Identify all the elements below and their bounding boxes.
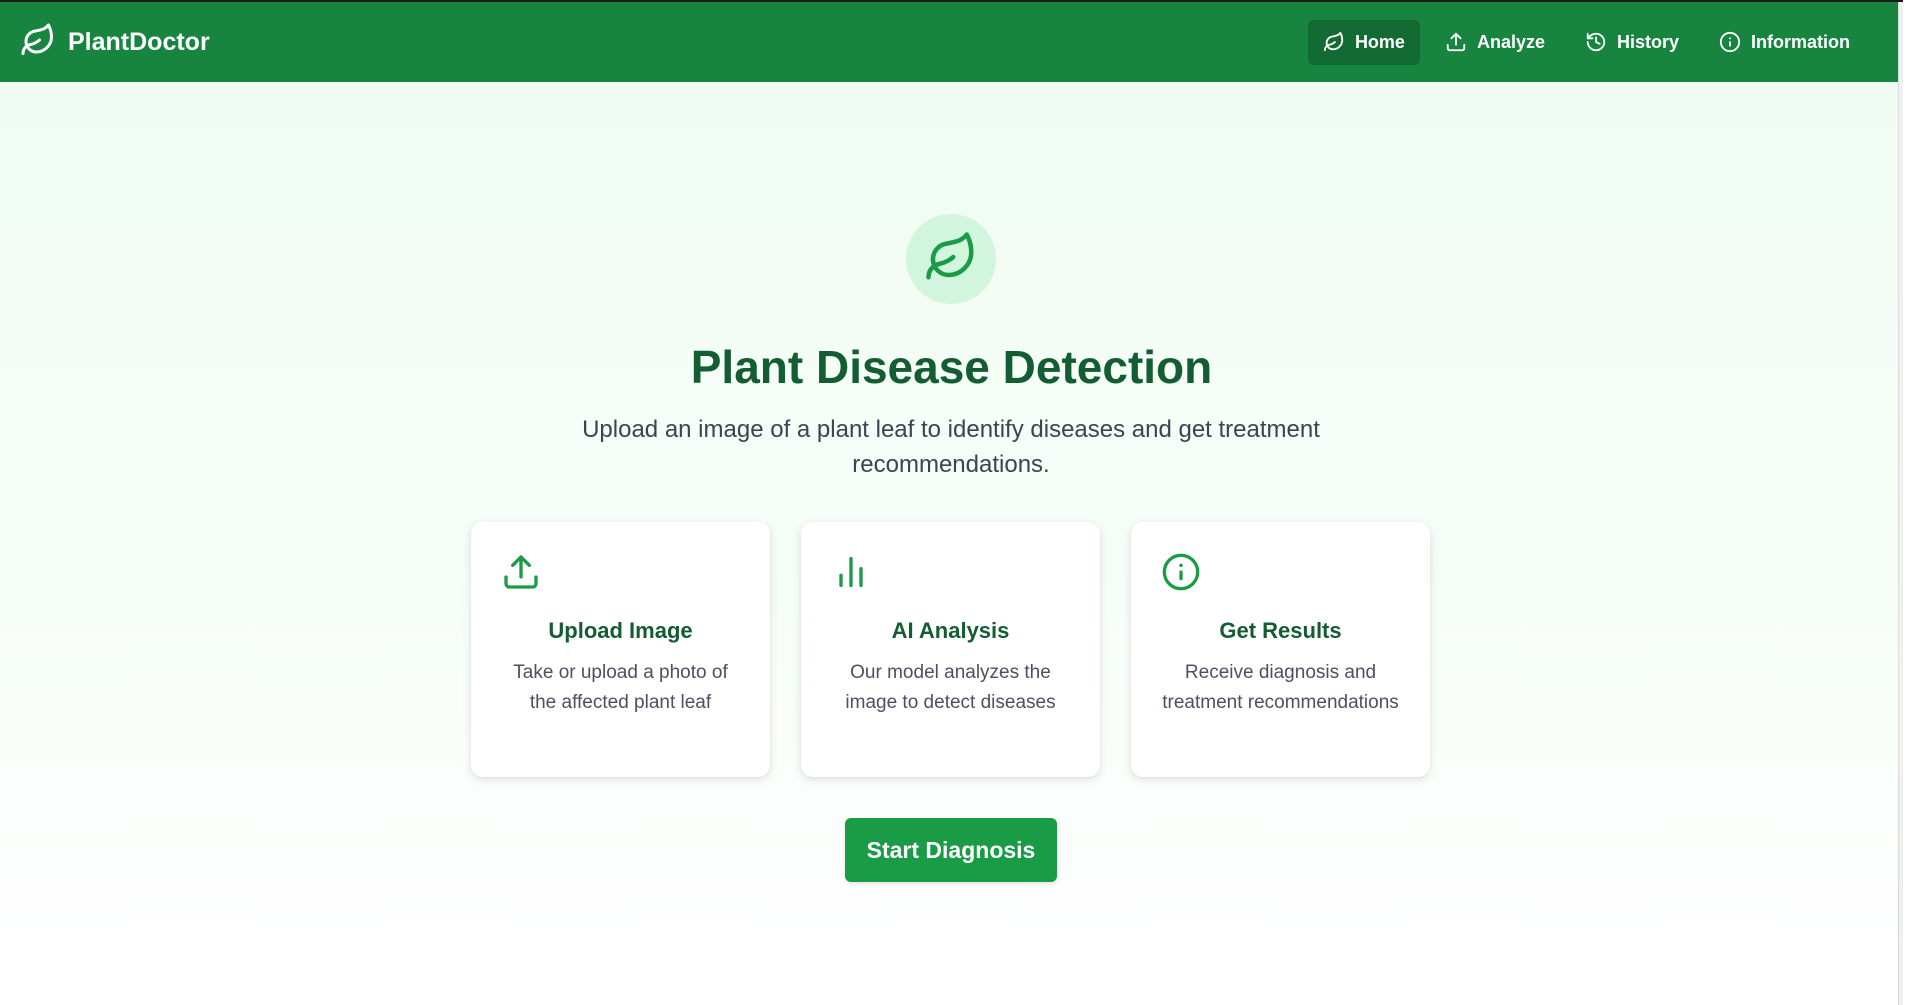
page-subtitle: Upload an image of a plant leaf to ident… (582, 416, 1320, 478)
history-icon (1585, 31, 1607, 53)
upload-icon (501, 552, 541, 597)
leaf-icon (924, 230, 978, 289)
feature-card-upload: Upload Image Take or upload a photo of t… (471, 522, 770, 777)
upload-icon (1445, 31, 1467, 53)
brand[interactable]: PlantDoctor (20, 22, 210, 63)
feature-description: Receive diagnosis and treatment recommen… (1162, 662, 1399, 713)
page-title: Plant Disease Detection (690, 341, 1213, 393)
nav-item-analyze[interactable]: Analyze (1430, 20, 1560, 65)
page-scrollbar[interactable] (1898, 2, 1903, 1005)
feature-description: Take or upload a photo of the affected p… (513, 662, 728, 713)
bar-chart-icon (831, 552, 871, 597)
start-diagnosis-button[interactable]: Start Diagnosis (845, 818, 1057, 882)
hero-badge (906, 214, 996, 304)
brand-name: PlantDoctor (68, 27, 210, 56)
feature-title: Get Results (1219, 618, 1342, 643)
info-icon (1719, 31, 1741, 53)
nav-item-home[interactable]: Home (1307, 19, 1420, 65)
leaf-icon (1323, 31, 1345, 53)
main-nav: Home Analyze History Information (1307, 19, 1883, 65)
feature-card-results: Get Results Receive diagnosis and treatm… (1131, 522, 1430, 777)
feature-title: Upload Image (548, 618, 693, 643)
navbar: PlantDoctor Home Analyze History Informa… (0, 2, 1903, 82)
nav-item-information[interactable]: Information (1704, 20, 1865, 65)
feature-title: AI Analysis (891, 618, 1010, 643)
info-icon (1161, 552, 1201, 597)
nav-label: Home (1354, 31, 1405, 52)
nav-label: Analyze (1476, 31, 1545, 52)
feature-card-analysis: AI Analysis Our model analyzes the image… (801, 522, 1100, 777)
leaf-icon (20, 22, 56, 63)
nav-label: Information (1751, 31, 1850, 52)
feature-description: Our model analyzes the image to detect d… (845, 662, 1056, 713)
app-page: PlantDoctor Home Analyze History Informa… (0, 0, 1903, 1005)
nav-label: History (1616, 31, 1679, 52)
nav-item-history[interactable]: History (1570, 20, 1694, 65)
